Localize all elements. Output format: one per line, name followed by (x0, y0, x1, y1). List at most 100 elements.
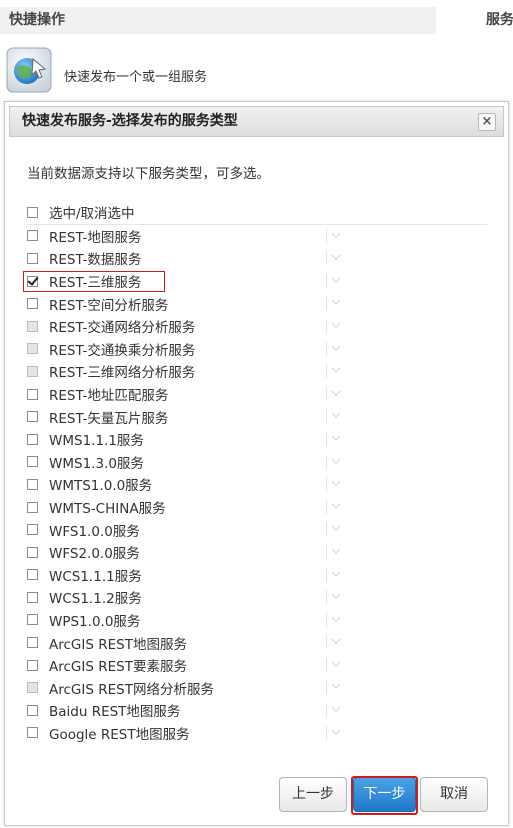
service-type-label: REST-三维网络分析服务 (49, 365, 196, 382)
service-type-checkbox[interactable] (27, 230, 38, 242)
service-type-row[interactable]: WPS1.0.0服务 (27, 609, 487, 632)
chevron-down-icon[interactable] (332, 277, 340, 283)
chevron-down-icon[interactable] (332, 390, 340, 396)
service-type-label: ArcGIS REST要素服务 (49, 659, 187, 676)
chevron-down-icon[interactable] (332, 255, 340, 261)
column-separator (326, 431, 327, 446)
service-type-label: WMS1.3.0服务 (49, 455, 144, 472)
chevron-down-icon[interactable] (332, 729, 340, 735)
chevron-down-icon[interactable] (332, 616, 340, 622)
service-type-row[interactable]: ArcGIS REST要素服务 (27, 654, 487, 677)
service-type-label: WMTS-CHINA服务 (49, 501, 166, 518)
service-type-checkbox[interactable] (27, 411, 38, 423)
service-type-row[interactable]: REST-矢量瓦片服务 (27, 405, 487, 428)
service-type-row[interactable]: Baidu REST地图服务 (27, 699, 487, 722)
prev-button[interactable]: 上一步 (279, 777, 347, 812)
next-button[interactable]: 下一步 (353, 777, 416, 812)
service-type-checkbox (27, 343, 38, 355)
column-separator (326, 251, 327, 266)
dialog-description: 当前数据源支持以下服务类型，可多选。 (27, 166, 270, 182)
service-type-checkbox[interactable] (27, 546, 38, 558)
column-separator (326, 657, 327, 672)
service-type-checkbox[interactable] (27, 298, 38, 310)
chevron-down-icon[interactable] (332, 368, 340, 374)
service-type-checkbox[interactable] (27, 456, 38, 468)
chevron-down-icon[interactable] (332, 571, 340, 577)
chevron-down-icon[interactable] (332, 413, 340, 419)
service-type-row[interactable]: WCS1.1.1服务 (27, 564, 487, 587)
column-separator (326, 341, 327, 356)
column-separator (326, 477, 327, 492)
service-type-checkbox[interactable] (27, 433, 38, 445)
service-type-label: WFS1.0.0服务 (49, 523, 140, 540)
chevron-down-icon[interactable] (332, 435, 340, 441)
column-separator (326, 544, 327, 559)
service-type-checkbox[interactable] (27, 704, 38, 716)
service-type-label: WMTS1.0.0服务 (49, 478, 153, 495)
service-type-row[interactable]: WMS1.3.0服务 (27, 451, 487, 474)
chevron-down-icon[interactable] (332, 661, 340, 667)
publish-service-dialog: 快速发布服务-选择发布的服务类型 × 当前数据源支持以下服务类型，可多选。 选中… (4, 101, 509, 826)
select-all-row[interactable]: 选中/取消选中 (27, 201, 487, 225)
cancel-button[interactable]: 取消 (420, 777, 488, 812)
quick-publish-description: 快速发布一个或一组服务 (64, 70, 208, 85)
service-type-row[interactable]: WFS1.0.0服务 (27, 518, 487, 541)
service-type-row[interactable]: WMTS-CHINA服务 (27, 496, 487, 519)
column-separator (326, 364, 327, 379)
service-type-row[interactable]: REST-三维服务 (23, 270, 487, 293)
service-type-checkbox[interactable] (27, 659, 38, 671)
dialog-title: 快速发布服务-选择发布的服务类型 (22, 113, 238, 129)
chevron-down-icon[interactable] (332, 548, 340, 554)
column-separator (326, 409, 327, 424)
service-type-row[interactable]: REST-地图服务 (27, 225, 487, 248)
chevron-down-icon[interactable] (332, 481, 340, 487)
service-type-row[interactable]: WMS1.1.1服务 (27, 428, 487, 451)
service-type-label: REST-矢量瓦片服务 (49, 410, 169, 427)
service-type-row[interactable]: WMTS1.0.0服务 (27, 473, 487, 496)
service-type-checkbox[interactable] (27, 614, 38, 626)
column-separator (326, 386, 327, 401)
chevron-down-icon[interactable] (332, 526, 340, 532)
chevron-down-icon[interactable] (332, 503, 340, 509)
chevron-down-icon[interactable] (332, 594, 340, 600)
service-type-row[interactable]: REST-地址匹配服务 (27, 383, 487, 406)
service-type-checkbox[interactable] (27, 275, 38, 287)
column-separator (326, 567, 327, 582)
service-type-checkbox[interactable] (27, 388, 38, 400)
chevron-down-icon[interactable] (332, 458, 340, 464)
service-type-checkbox[interactable] (27, 569, 38, 581)
service-type-row[interactable]: REST-数据服务 (27, 247, 487, 270)
service-type-checkbox[interactable] (27, 501, 38, 513)
service-type-checkbox[interactable] (27, 524, 38, 536)
service-type-row[interactable]: REST-空间分析服务 (27, 292, 487, 315)
chevron-down-icon[interactable] (332, 639, 340, 645)
service-type-checkbox (27, 682, 38, 694)
service-type-row[interactable]: WCS1.1.2服务 (27, 586, 487, 609)
service-type-checkbox[interactable] (27, 637, 38, 649)
quick-publish-icon[interactable] (6, 47, 52, 93)
service-type-row[interactable]: ArcGIS REST地图服务 (27, 631, 487, 654)
column-separator (326, 318, 327, 333)
chevron-down-icon[interactable] (332, 322, 340, 328)
column-separator (326, 612, 327, 627)
background-header-title: 快捷操作 (9, 12, 65, 28)
select-all-checkbox[interactable] (27, 206, 38, 218)
service-type-checkbox[interactable] (27, 478, 38, 490)
chevron-down-icon[interactable] (332, 345, 340, 351)
service-type-row[interactable]: Google REST地图服务 (27, 722, 487, 745)
service-type-checkbox[interactable] (27, 591, 38, 603)
service-type-checkbox (27, 365, 38, 377)
service-type-checkbox[interactable] (27, 252, 38, 264)
column-separator (326, 454, 327, 469)
column-separator (326, 703, 327, 718)
service-type-label: WCS1.1.1服务 (49, 568, 142, 585)
close-button[interactable]: × (478, 113, 496, 131)
service-type-label: Google REST地图服务 (49, 726, 190, 743)
service-type-label: Baidu REST地图服务 (49, 704, 181, 721)
service-type-checkbox[interactable] (27, 727, 38, 739)
chevron-down-icon[interactable] (332, 232, 340, 238)
chevron-down-icon[interactable] (332, 300, 340, 306)
chevron-down-icon[interactable] (332, 707, 340, 713)
chevron-down-icon[interactable] (332, 684, 340, 690)
service-type-row[interactable]: WFS2.0.0服务 (27, 541, 487, 564)
